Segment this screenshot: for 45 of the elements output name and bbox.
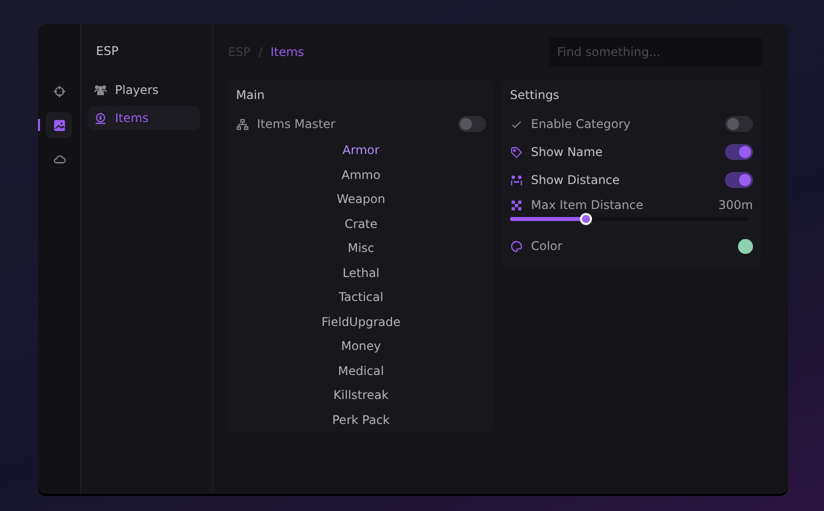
slider-reading: 300m (718, 198, 753, 212)
panel-title: Settings (510, 88, 560, 102)
active-indicator (38, 119, 40, 131)
cloud-icon (52, 152, 66, 166)
coin-icon (94, 112, 107, 124)
crosshair-icon (52, 84, 66, 98)
palette-icon (510, 240, 523, 252)
tag-icon (510, 146, 523, 158)
distance-icon (510, 174, 523, 186)
slider-thumb[interactable] (580, 213, 592, 225)
category-item[interactable]: Misc (344, 236, 378, 260)
checker-icon (510, 198, 523, 212)
panel-title: Main (236, 88, 266, 102)
image-icon (52, 118, 66, 132)
toggle-switch[interactable] (458, 116, 486, 132)
slider-label: Max Item Distance (531, 198, 644, 212)
toggle-label: Items Master (257, 117, 336, 131)
category-item[interactable]: Ammo (338, 162, 384, 187)
nav-item[interactable]: Items (88, 106, 200, 130)
category-item[interactable]: Money (337, 334, 385, 358)
search-field[interactable]: Find something... (549, 38, 762, 66)
section-title: ESP (96, 44, 120, 58)
nav-item[interactable]: Players (88, 78, 200, 102)
category-item[interactable]: Weapon (332, 187, 390, 212)
category-item[interactable]: Killstreak (329, 383, 393, 408)
color-label: Color (531, 239, 564, 253)
breadcrumb-separator: / (258, 45, 262, 59)
toggle-switch[interactable] (725, 144, 753, 160)
rail-tab[interactable] (46, 112, 72, 138)
toggle-label: Enable Category (531, 117, 632, 131)
category-item[interactable]: Crate (340, 212, 382, 236)
category-item[interactable]: Lethal (338, 260, 384, 285)
hierarchy-icon (236, 118, 249, 130)
people-icon (94, 84, 107, 96)
toggle-switch[interactable] (725, 172, 753, 188)
category-item[interactable]: Perk Pack (328, 408, 394, 432)
category-item[interactable]: Tactical (334, 285, 388, 310)
toggle-switch[interactable] (725, 116, 753, 132)
category-item[interactable]: Armor (338, 138, 384, 162)
toggle-label: Show Distance (531, 173, 621, 187)
color-swatch[interactable] (738, 238, 753, 254)
category-item[interactable]: FieldUpgrade (317, 310, 404, 334)
toggle-label: Show Name (531, 145, 604, 159)
breadcrumb-current: Items (270, 45, 304, 59)
category-item[interactable]: Medical (334, 358, 388, 383)
